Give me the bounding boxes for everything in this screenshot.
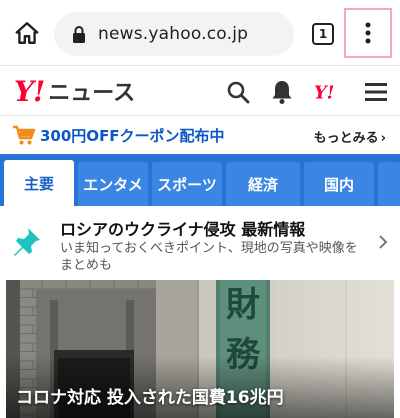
chevron-right-icon: › — [380, 131, 386, 146]
site-header: Y! ニュース Y! — [0, 66, 400, 116]
hamburger-icon — [365, 83, 387, 101]
url-text: news.yahoo.co.jp — [98, 24, 249, 44]
more-link[interactable]: もっとみる › — [314, 127, 386, 146]
logo-text: ニュース — [48, 80, 136, 105]
yahoo-y-icon: Y! — [314, 83, 334, 103]
top-story-card[interactable]: 財 務 コロナ対応 投入された国費16兆円 — [6, 280, 394, 418]
search-button[interactable] — [224, 78, 252, 106]
breaking-news-title: ロシアのウクライナ侵攻 最新情報 — [60, 220, 306, 239]
hamburger-menu-button[interactable] — [362, 78, 390, 106]
tab-sports[interactable]: スポーツ — [152, 162, 222, 206]
tab-main[interactable]: 主要 — [4, 160, 74, 206]
coupon-banner[interactable]: 300円OFFクーポン配布中 もっとみる › — [0, 116, 400, 154]
notification-button[interactable] — [268, 78, 296, 106]
svg-text:Y!: Y! — [314, 83, 334, 103]
chevron-right-icon — [379, 235, 388, 249]
tab-domestic[interactable]: 国内 — [304, 162, 374, 206]
browser-toolbar: news.yahoo.co.jp 1 — [0, 0, 400, 66]
tab-entertainment[interactable]: エンタメ — [78, 162, 148, 206]
tab-switcher-button[interactable]: 1 — [312, 23, 334, 45]
more-link-label: もっとみる — [313, 131, 379, 146]
yahoo-news-logo[interactable]: Y! ニュース — [14, 74, 136, 108]
home-icon — [15, 22, 39, 44]
coupon-text[interactable]: 300円OFFクーポン配布中 — [40, 125, 225, 146]
yahoo-top-button[interactable]: Y! — [314, 78, 342, 106]
address-bar[interactable]: news.yahoo.co.jp — [54, 12, 294, 56]
tab-economy[interactable]: 経済 — [226, 162, 300, 206]
search-icon — [227, 81, 250, 104]
cart-icon — [13, 125, 36, 145]
breaking-news-item[interactable]: ロシアのウクライナ侵攻 最新情報 いま知っておくべきポイント、現地の写真や映像を… — [0, 206, 400, 278]
home-button[interactable] — [12, 18, 42, 48]
breaking-news-subtitle: いま知っておくべきポイント、現地の写真や映像をまとめも — [60, 241, 358, 273]
top-story-headline: コロナ対応 投入された国費16兆円 — [16, 388, 284, 408]
logo-mark: Y! — [14, 74, 45, 108]
pushpin-icon — [14, 228, 40, 256]
more-vert-icon — [365, 22, 371, 44]
lock-icon — [72, 25, 88, 43]
browser-menu-button[interactable] — [344, 8, 392, 58]
tab-next-partial[interactable] — [378, 162, 400, 206]
bell-icon — [272, 81, 292, 104]
category-tab-bar: 主要 エンタメ スポーツ 経済 国内 — [0, 154, 400, 206]
